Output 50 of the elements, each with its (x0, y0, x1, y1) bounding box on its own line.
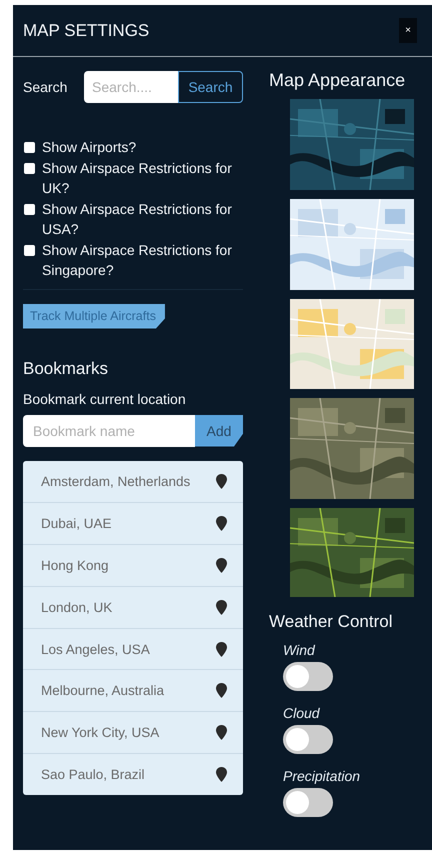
search-label: Search (23, 79, 68, 95)
toggle-label: Cloud (283, 705, 321, 721)
checkbox[interactable] (24, 204, 35, 214)
bookmark-name-field[interactable]: Bookmark name (23, 414, 195, 446)
bookmark-name: Los Angeles, USA (41, 642, 150, 657)
bookmark-item[interactable]: Hong Kong (23, 544, 243, 586)
checkbox-label: Show Airspace Restrictions for UK? (42, 158, 233, 198)
bookmark-name: Amsterdam, Netherlands (41, 474, 190, 489)
bookmark-item[interactable]: New York City, USA (23, 711, 243, 754)
panel-title: MAP SETTINGS (23, 20, 150, 40)
bookmark-name: Dubai, UAE (41, 516, 112, 532)
toggle-label: Wind (283, 642, 316, 658)
checkbox[interactable] (24, 244, 35, 256)
track-aircraft-button[interactable]: Track Multiple Aircrafts (23, 304, 165, 328)
checkbox[interactable] (24, 142, 35, 153)
bookmark-item[interactable]: Los Angeles, USA (23, 628, 243, 670)
map-pin-icon[interactable] (216, 474, 227, 489)
bookmark-name: Melbourne, Australia (41, 683, 164, 698)
toggle-switch[interactable] (283, 662, 333, 691)
bookmark-item[interactable]: Amsterdam, Netherlands (23, 460, 243, 502)
map-pin-icon[interactable] (216, 642, 227, 657)
toggle-label: Precipitation (283, 768, 362, 784)
map-pin-icon[interactable] (216, 683, 227, 698)
map-pin-icon[interactable] (216, 725, 227, 740)
bookmark-name: London, UK (41, 600, 112, 615)
search-button[interactable]: Search (178, 71, 243, 103)
checkbox-label: Show Airspace Restrictions for Singapore? (42, 240, 233, 280)
search-field[interactable]: Search.... (84, 71, 178, 103)
toggle-switch[interactable] (283, 725, 333, 754)
checkbox[interactable] (24, 162, 35, 174)
map-pin-icon[interactable] (216, 600, 227, 615)
map-pin-icon[interactable] (216, 516, 227, 532)
bookmark-name: Hong Kong (41, 558, 109, 573)
close-button[interactable]: × (399, 18, 417, 43)
toggle-switch[interactable] (283, 788, 333, 817)
bookmark-item[interactable]: Melbourne, Australia (23, 669, 243, 712)
bookmark-item[interactable]: Sao Paulo, Brazil (23, 753, 243, 795)
bookmark-item[interactable]: London, UK (23, 586, 243, 628)
section-heading: Map Appearance (269, 70, 406, 91)
checkbox-label: Show Airports? (42, 138, 136, 157)
bookmark-name: Sao Paulo, Brazil (41, 766, 145, 782)
bookmark-label: Bookmark current location (23, 390, 187, 406)
map-pin-icon[interactable] (216, 558, 227, 573)
checkbox-label: Show Airspace Restrictions for USA? (42, 200, 233, 239)
map-pin-icon[interactable] (216, 766, 227, 782)
section-heading: Bookmarks (23, 358, 110, 378)
bookmark-name: New York City, USA (41, 725, 160, 740)
add-button[interactable]: Add (195, 414, 243, 446)
section-heading: Weather Control (269, 612, 394, 632)
bookmark-item[interactable]: Dubai, UAE (23, 502, 243, 544)
